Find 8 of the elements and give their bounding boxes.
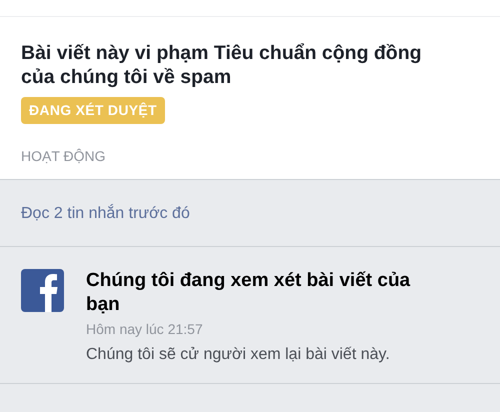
earlier-messages-link[interactable]: Đọc 2 tin nhắn trước đó: [0, 180, 500, 247]
message-title: Chúng tôi đang xem xét bài viết của bạn: [86, 269, 412, 317]
logo-icon: [21, 269, 64, 312]
section-label: HOẠT ĐỘNG: [21, 147, 107, 166]
message-time: Hôm nay lúc 21:57: [86, 320, 204, 339]
message-text: Chúng tôi sẽ cử người xem lại bài viết này.: [86, 345, 391, 365]
status-label: ĐANG XÉT DUYỆT: [21, 97, 165, 124]
report-title: Bài viết này vi phạm Tiêu chuẩn cộng đồng của chúng tôi về spam: [21, 41, 423, 89]
